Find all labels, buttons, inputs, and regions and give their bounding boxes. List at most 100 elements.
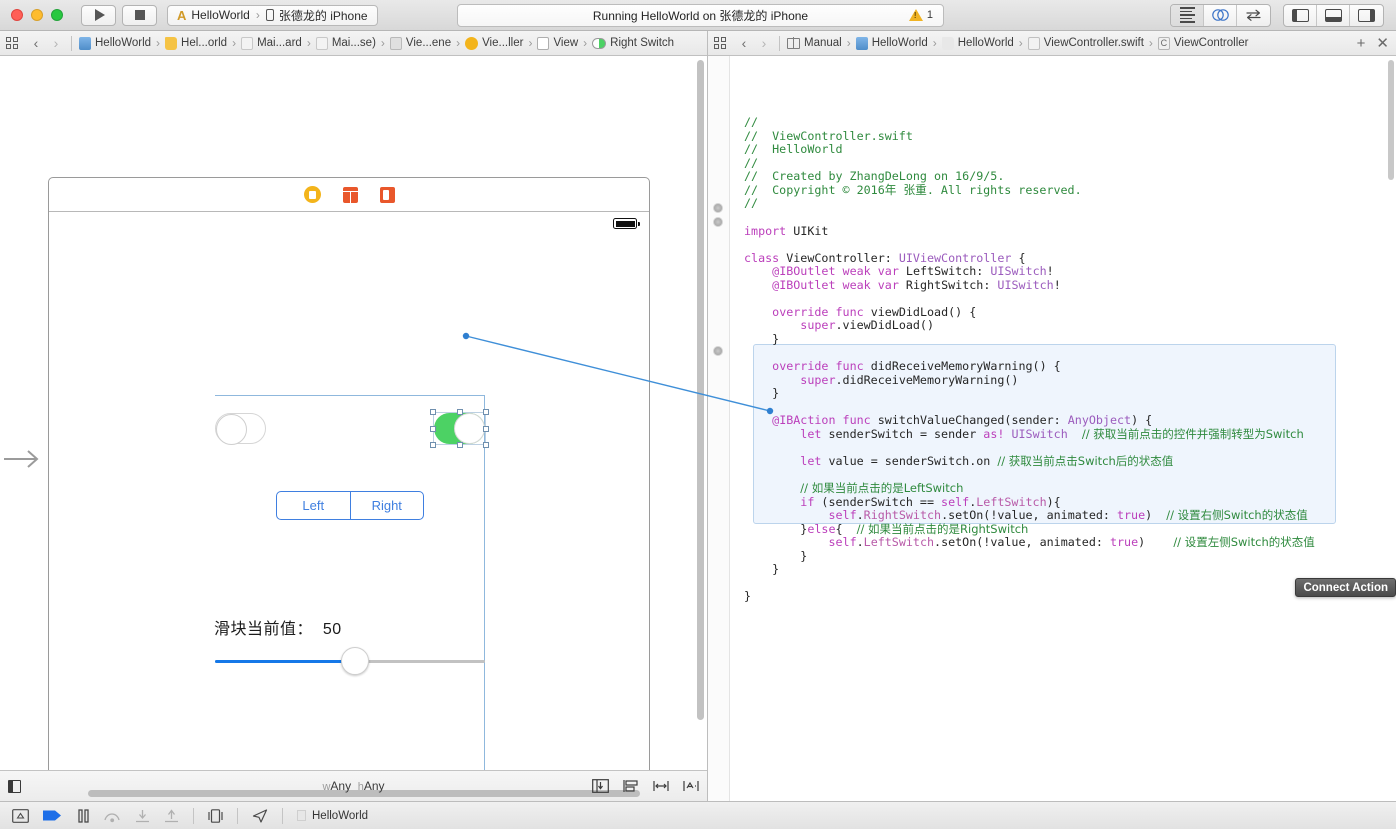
stop-button[interactable] [122,4,157,26]
related-items-icon[interactable] [6,37,18,49]
breadcrumb-label: View [553,37,579,49]
toolbar-right-controls [1170,3,1384,27]
close-editor-button[interactable]: ✕ [1376,34,1389,52]
utilities-toggle-button[interactable] [1350,5,1383,26]
resize-handle[interactable] [456,442,463,448]
assistant-editor-button[interactable] [1204,4,1237,26]
standard-editor-button[interactable] [1171,4,1204,26]
pin-icon[interactable] [653,779,669,793]
back-button[interactable]: ‹ [26,35,46,51]
breadcrumb-label: Vie...ller [482,37,524,49]
continue-button[interactable] [43,809,63,822]
first-responder-icon[interactable] [342,186,358,203]
view-controller-icon[interactable] [303,186,321,203]
forward-button[interactable]: › [46,35,66,51]
version-editor-button[interactable] [1237,5,1270,26]
activity-text: Running HelloWorld on 张德龙的 iPhone [592,8,809,23]
navigator-toggle-button[interactable] [1284,4,1317,26]
resize-handle[interactable] [430,425,436,432]
simulate-location-button[interactable] [252,808,268,823]
destination-name: 张德龙的 iPhone [278,8,368,23]
outlet-connection-dot[interactable] [713,203,723,213]
breadcrumb-label: Manual [804,37,842,49]
source-editor[interactable]: // // ViewController.swift // HelloWorld… [708,56,1396,801]
debug-scheme-label: HelloWorld [312,809,369,822]
scheme-selector[interactable]: A HelloWorld › 张德龙的 iPhone [167,4,378,26]
resize-handle[interactable] [483,442,489,448]
debug-breadcrumb[interactable]: HelloWorld [297,810,368,822]
warning-icon [908,9,923,21]
interface-builder-bottom-bar: wAny hAny [0,770,707,801]
breadcrumb-item-main-storyboard[interactable]: Mai...ard [239,36,304,50]
slider-thumb[interactable] [341,647,370,675]
embed-in-icon[interactable] [592,779,609,793]
debug-area-toggle-button[interactable] [1317,4,1350,26]
breadcrumb-item-main-base[interactable]: Mai...se) [314,36,378,50]
editor-gutter[interactable] [708,56,730,801]
assistant-editor-icon [1211,9,1229,21]
view-controller-scene[interactable]: Left Right 滑块当前值： 50 [48,177,650,770]
zoom-window-button[interactable] [51,9,63,21]
activity-view: Running HelloWorld on 张德龙的 iPhone 1 [457,3,944,27]
storyboard-canvas[interactable]: Left Right 滑块当前值： 50 [0,56,707,770]
view-hierarchy-button[interactable] [208,808,223,823]
resize-handle[interactable] [430,409,436,415]
switch-icon [592,37,607,49]
editor-actions: + ✕ [1357,34,1389,53]
slider[interactable] [215,647,485,675]
back-button[interactable]: ‹ [734,35,754,51]
show-debug-area-button[interactable] [12,808,29,823]
resize-handle[interactable] [483,409,489,415]
add-editor-button[interactable]: + [1357,35,1366,52]
breadcrumb-item-folder[interactable]: HelloWorld [940,36,1016,50]
related-items-icon[interactable] [714,37,726,49]
main-split: ‹ › HelloWorld › Hel...orld › Mai...ard … [0,31,1396,801]
step-into-button[interactable] [135,809,150,823]
selection-handles[interactable] [430,409,489,448]
pause-button[interactable] [77,808,90,823]
resize-handle[interactable] [483,425,489,432]
outlet-connection-dot[interactable] [713,217,723,227]
breadcrumb-item-scene[interactable]: Vie...ene [388,36,453,50]
issue-badge[interactable]: 1 [908,9,933,21]
breadcrumb-item-swift-file[interactable]: ViewController.swift [1026,36,1146,50]
code-text[interactable]: // // ViewController.swift // HelloWorld… [730,56,1396,801]
segmented-control[interactable]: Left Right [276,491,424,520]
breadcrumb-item-folder[interactable]: Hel...orld [163,36,229,50]
chevron-right-icon: › [583,36,588,50]
breadcrumb-item-viewcontroller[interactable]: Vie...ller [463,36,525,50]
switch-knob [216,414,247,445]
layout-guide-vertical [484,395,485,770]
resize-handle[interactable] [430,442,436,448]
segment-left[interactable]: Left [277,492,351,519]
step-over-button[interactable] [104,809,121,823]
breadcrumb-label: Mai...se) [331,37,376,49]
segment-right[interactable]: Right [351,492,424,519]
minimize-window-button[interactable] [31,9,43,21]
resize-handle[interactable] [456,409,463,415]
resolve-auto-layout-icon[interactable] [683,779,699,793]
process-icon [297,810,306,821]
exit-icon[interactable] [379,186,395,203]
close-window-button[interactable] [11,9,23,21]
device-screen[interactable]: Left Right 滑块当前值： 50 [49,212,649,770]
breadcrumb-item-manual[interactable]: Manual [785,37,844,49]
document-outline-toggle[interactable] [4,444,46,474]
chevron-right-icon: › [846,36,851,50]
slider-label: 滑块当前值： 50 [214,615,342,639]
left-jump-bar: ‹ › HelloWorld › Hel...orld › Mai...ard … [0,31,707,56]
breadcrumb-item-class[interactable]: C ViewController [1156,36,1251,50]
breadcrumb-item-view[interactable]: View [535,36,580,50]
run-button[interactable] [81,4,116,26]
left-switch[interactable] [215,413,266,445]
breadcrumb-label: HelloWorld [871,37,928,49]
forward-button[interactable]: › [754,35,774,51]
action-connection-dot[interactable] [713,346,723,356]
step-out-button[interactable] [164,808,179,823]
canvas-vertical-scrollbar[interactable] [697,60,704,720]
breadcrumb-label: Mai...ard [257,37,302,49]
align-icon[interactable] [623,779,639,793]
breadcrumb-item-project[interactable]: HelloWorld [77,36,153,50]
breadcrumb-item-project[interactable]: HelloWorld [854,36,930,50]
breadcrumb-item-right-switch[interactable]: Right Switch [590,37,676,49]
